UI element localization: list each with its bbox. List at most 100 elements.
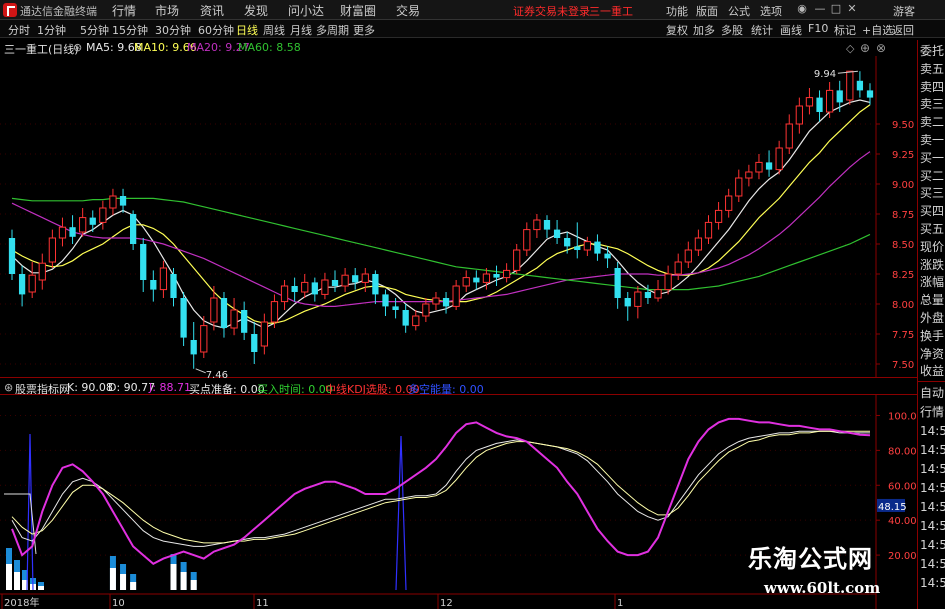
period-1min[interactable]: 1分钟 (37, 22, 66, 38)
period-15min[interactable]: 15分钟 (112, 22, 148, 38)
quote-field-label: 卖三 (920, 97, 945, 112)
diamond-icon[interactable]: ◇ (846, 42, 854, 55)
indicator-tick-label: 60.00 (888, 481, 917, 492)
period-more[interactable]: 更多 (353, 22, 375, 38)
candle-body (714, 209, 723, 223)
candle-body (28, 274, 36, 293)
quote-field-label: 现价 (920, 239, 945, 254)
candle-body (352, 275, 359, 283)
candle-body (694, 237, 703, 251)
minimize-icon[interactable]: — (814, 3, 826, 15)
candle-body (331, 280, 339, 286)
chart-expand-icon[interactable]: ⊕ (860, 41, 870, 55)
candle-body (190, 340, 197, 355)
quote-field-label: 卖一 (920, 133, 945, 147)
chart-title: 三一重工(日线) (4, 43, 79, 56)
candle-body (230, 309, 238, 329)
candle-body (513, 249, 521, 271)
chart-settings-icon[interactable]: ⊛ (73, 41, 82, 54)
date-axis-label: 12 (440, 598, 453, 609)
candle-body (220, 298, 228, 328)
candle-body (825, 89, 834, 113)
panel-divider (918, 381, 945, 382)
candle-body (493, 274, 500, 278)
login-notice[interactable]: 证券交易未登录 (513, 3, 590, 19)
close-icon[interactable]: ✕ (846, 3, 858, 15)
adjust-button[interactable]: 复权 (666, 22, 688, 38)
candle-body (372, 274, 379, 295)
maximize-icon[interactable]: □ (830, 3, 842, 15)
candlestick-chart[interactable]: 9.50 9.25 9.00 8.75 8.50 8.25 8.00 7.75 7.50 9.94… (0, 56, 917, 378)
indicator-j: J: 88.71 (149, 381, 191, 394)
candle-body (664, 273, 672, 291)
period-monthly[interactable]: 月线 (290, 22, 312, 38)
period-intraday[interactable]: 分时 (8, 22, 30, 38)
signal-bar (109, 568, 116, 590)
multi-stock-button[interactable]: 多股 (721, 22, 743, 38)
back-button[interactable]: 返回 (892, 22, 914, 38)
candle-body (392, 306, 399, 310)
indicator-k: K: 90.08 (67, 381, 113, 394)
menu-news[interactable]: 资讯 (200, 2, 224, 19)
tick-time-label: 14:50 (920, 519, 945, 533)
mark-button[interactable]: 标记 (834, 22, 856, 38)
period-multi[interactable]: 多周期 (316, 22, 349, 38)
f10-button[interactable]: F10 (808, 22, 828, 35)
price-tick-label: 8.50 (892, 240, 914, 251)
draw-button[interactable]: 画线 (780, 22, 802, 38)
candle-body (725, 195, 733, 211)
menu-trade[interactable]: 交易 (396, 2, 420, 19)
candle-body (805, 97, 814, 107)
candle-body (785, 123, 793, 149)
auto-quote-label[interactable]: 行情 (920, 405, 945, 420)
candle-body (341, 274, 349, 287)
period-30min[interactable]: 30分钟 (155, 22, 191, 38)
options-button[interactable]: 选项 (760, 3, 782, 19)
candle-body (170, 274, 177, 298)
candle-body (119, 196, 127, 206)
period-5min[interactable]: 5分钟 (80, 22, 109, 38)
chart-close-icon[interactable]: ⊗ (876, 41, 886, 55)
function-button[interactable]: 功能 (666, 3, 688, 19)
menu-quotes[interactable]: 行情 (112, 2, 136, 19)
layout-button[interactable]: 版面 (696, 3, 718, 19)
candle-body (301, 281, 309, 293)
auto-quote-label[interactable]: 自动 (920, 386, 945, 401)
menu-ask[interactable]: 问小达 (288, 2, 324, 19)
quote-field-label: 买一 (920, 150, 945, 165)
menu-wealth[interactable]: 财富圈 (340, 2, 376, 19)
candle-body (462, 277, 470, 287)
candle-body (8, 238, 16, 274)
candle-body (775, 147, 783, 171)
candle-body (704, 221, 713, 239)
indicator-tick-label: 80.00 (888, 446, 917, 457)
period-weekly[interactable]: 周线 (263, 22, 285, 38)
candle-body (846, 70, 854, 101)
candle-body (816, 97, 823, 112)
menu-market[interactable]: 市场 (155, 2, 179, 19)
candle-body (382, 294, 389, 307)
quote-field-label: 卖五 (920, 61, 945, 76)
indicator-tick-label: 40.00 (888, 516, 917, 527)
signal-bar (190, 580, 197, 590)
user-icon[interactable]: ◉ (796, 3, 808, 15)
date-axis-label: 2018年 (4, 596, 39, 609)
overlay-button[interactable]: 加多 (693, 22, 715, 38)
statistics-button[interactable]: 统计 (751, 22, 773, 38)
quote-field-label: 委托 (920, 44, 945, 58)
add-watchlist-button[interactable]: +自选 (862, 22, 893, 38)
menu-discover[interactable]: 发现 (244, 2, 268, 19)
candle-body (89, 217, 96, 225)
tick-time-label: 14:50 (920, 481, 945, 495)
candle-body (311, 282, 318, 295)
candle-body (241, 310, 248, 333)
guest-button[interactable]: 游客 (893, 3, 915, 19)
period-60min[interactable]: 60分钟 (198, 22, 234, 38)
quote-field-label: 收益 (920, 364, 945, 379)
candle-body (574, 246, 581, 250)
formula-button[interactable]: 公式 (728, 3, 750, 19)
quote-field-label: 卖四 (920, 79, 945, 94)
period-daily[interactable]: 日线 (236, 22, 258, 38)
date-axis-label: 1 (617, 598, 623, 609)
indicator-settings-icon[interactable]: ⊛ (4, 381, 13, 394)
